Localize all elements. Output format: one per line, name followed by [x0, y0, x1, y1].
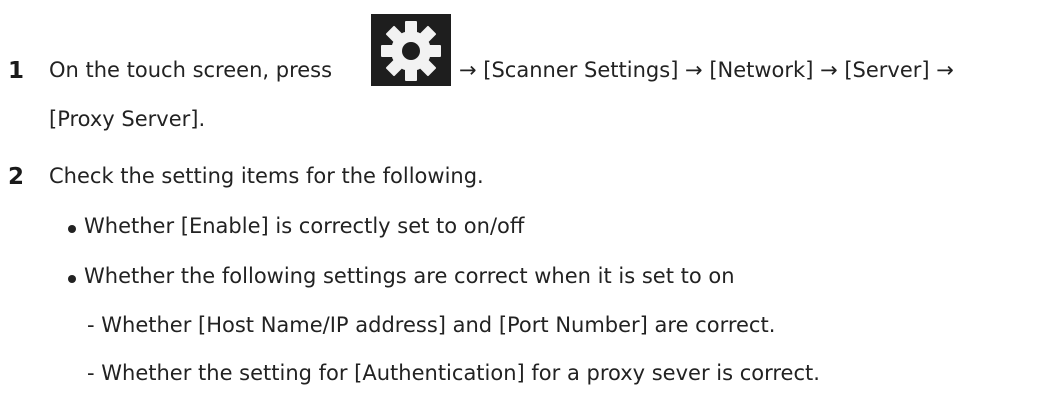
bullet-icon	[68, 275, 76, 283]
gear-icon	[371, 14, 451, 86]
step-1-text-before-icon: On the touch screen, press	[49, 58, 333, 82]
bullet-item: Whether the following settings are corre…	[84, 264, 735, 288]
bullet-item: Whether [Enable] is correctly set to on/…	[84, 214, 525, 238]
bullet-icon	[68, 225, 76, 233]
sub-item: - Whether the setting for [Authenticatio…	[87, 361, 820, 385]
sub-item: - Whether [Host Name/IP address] and [Po…	[87, 313, 776, 337]
step-number: 1	[8, 58, 25, 84]
step-number: 2	[8, 164, 25, 190]
step-1-text-after-icon: → [Scanner Settings] → [Network] → [Serv…	[459, 58, 954, 82]
step-1-text-line-2: [Proxy Server].	[49, 107, 206, 131]
step-2-text: Check the setting items for the followin…	[49, 164, 484, 188]
